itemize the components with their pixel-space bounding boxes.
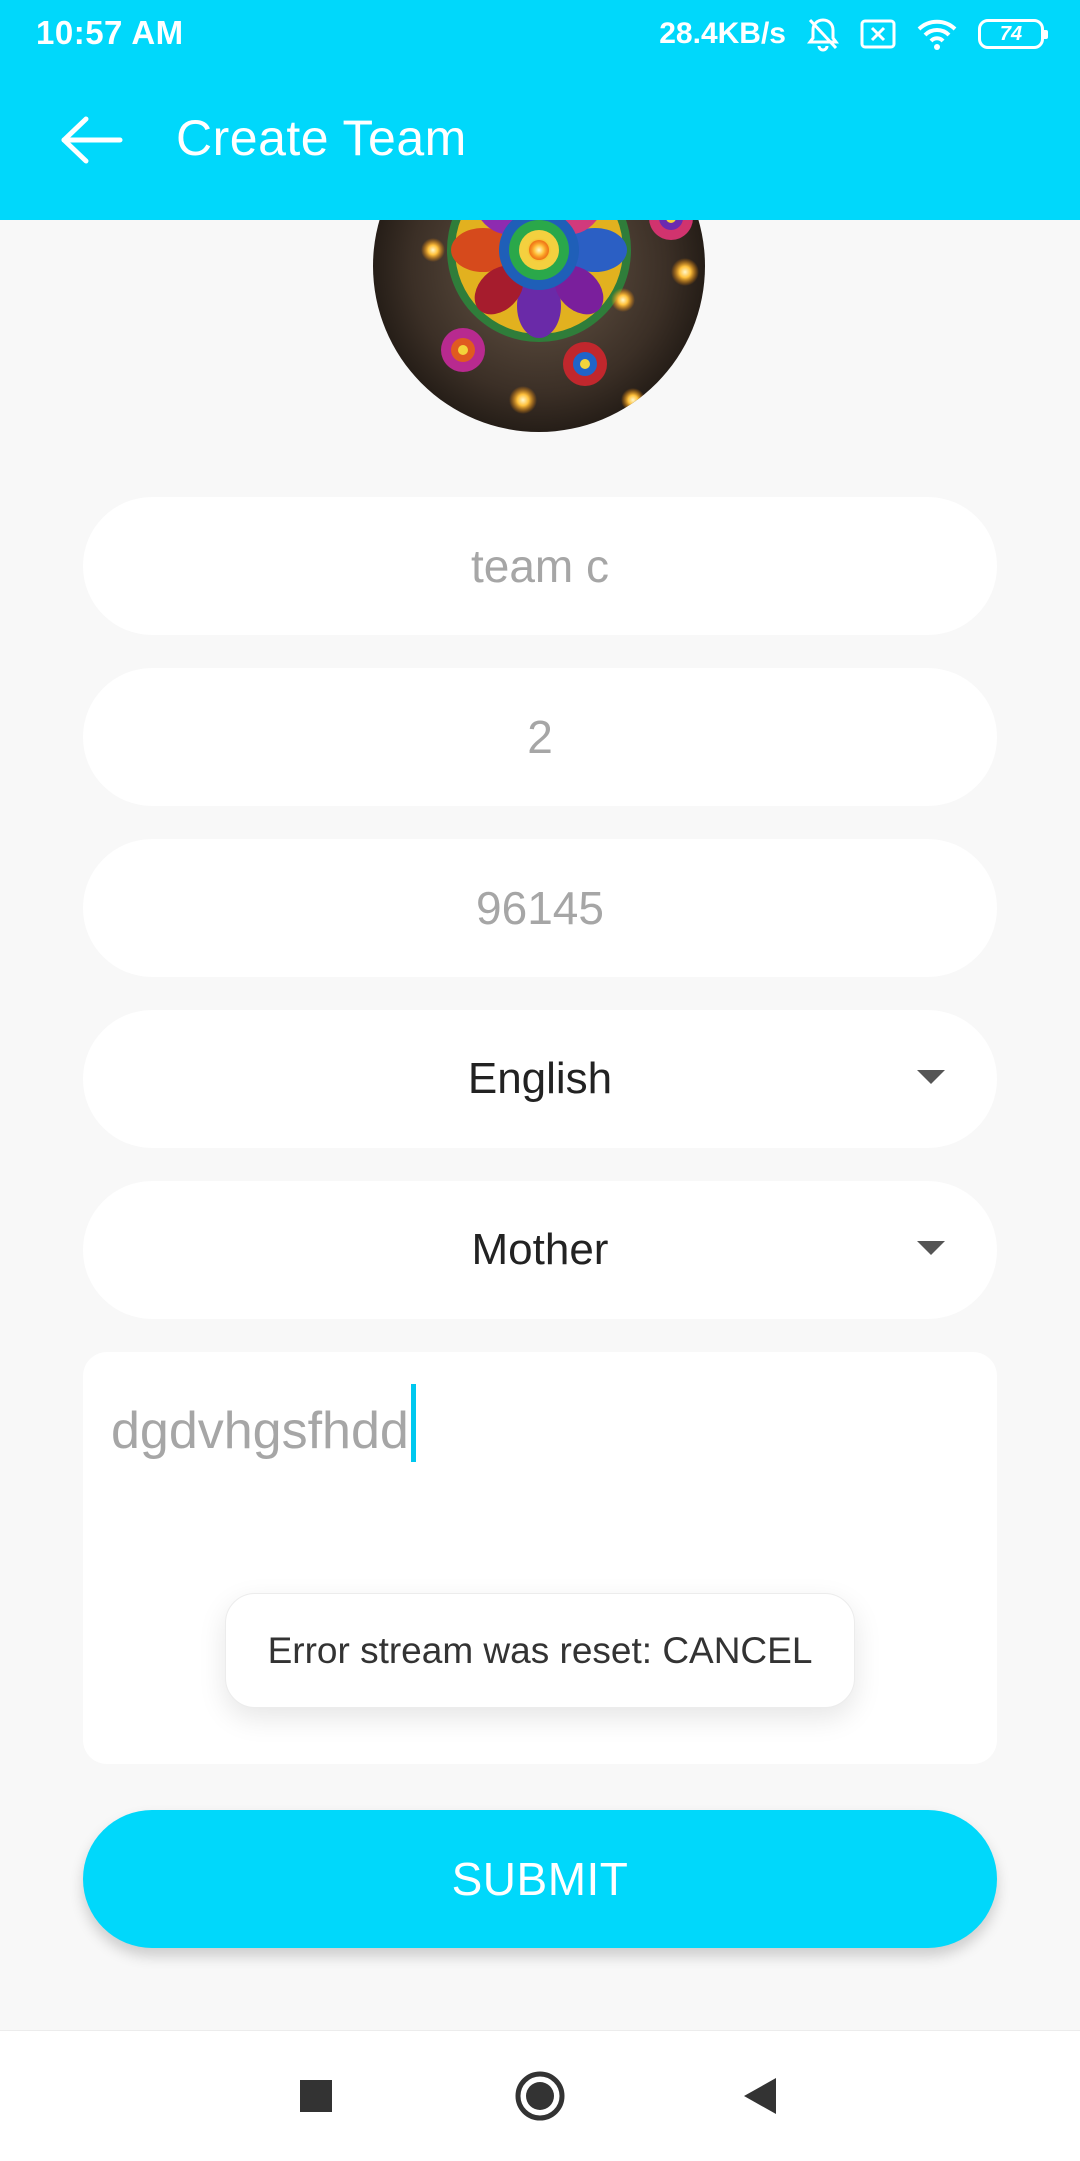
code-value: 96145: [476, 882, 604, 934]
battery-level: 74: [999, 22, 1023, 45]
bell-muted-icon: [807, 18, 839, 52]
language-dropdown[interactable]: English: [83, 1010, 997, 1148]
recents-button[interactable]: [281, 2061, 351, 2131]
language-selected: English: [467, 1054, 613, 1103]
square-icon: [300, 2080, 332, 2112]
text-cursor: [410, 1384, 416, 1462]
status-icons: 28.4KB/s 74: [659, 12, 1048, 56]
number-value: 2: [527, 711, 553, 763]
arrow-left-icon: [61, 116, 123, 164]
description-value: dgdvhgsfhdd: [111, 1402, 409, 1460]
back-button[interactable]: [52, 110, 132, 170]
home-button[interactable]: [505, 2061, 575, 2131]
circle-icon: [515, 2071, 565, 2121]
number-field[interactable]: 2: [83, 668, 997, 806]
status-time: 10:57 AM: [36, 14, 184, 51]
toast-message: Error stream was reset: CANCEL: [267, 1629, 813, 1671]
back-triangle-icon: [744, 2078, 776, 2114]
chevron-down-icon: [917, 1070, 945, 1084]
error-toast: Error stream was reset: CANCEL: [225, 1593, 855, 1708]
relation-dropdown[interactable]: Mother: [83, 1181, 997, 1319]
team-name-field[interactable]: team c: [83, 497, 997, 635]
team-name-value: team c: [470, 540, 610, 592]
back-nav-button[interactable]: [725, 2061, 795, 2131]
app-bar: 10:57 AM 28.4KB/s 74 Create Team: [0, 0, 1080, 220]
code-field[interactable]: 96145: [83, 839, 997, 977]
sim-x-icon: [860, 19, 896, 49]
submit-label: SUBMIT: [451, 1853, 629, 1905]
page-title: Create Team: [176, 110, 467, 166]
battery-icon: 74: [978, 19, 1048, 49]
network-speed: 28.4KB/s: [659, 17, 786, 50]
chevron-down-icon: [917, 1241, 945, 1255]
wifi-icon: [917, 19, 957, 50]
relation-selected: Mother: [471, 1225, 609, 1274]
toolbar: Create Team: [0, 66, 1080, 220]
system-nav-bar: [0, 2030, 1080, 2161]
submit-button[interactable]: SUBMIT: [83, 1810, 997, 1948]
status-bar: 10:57 AM 28.4KB/s 74: [0, 0, 1080, 66]
